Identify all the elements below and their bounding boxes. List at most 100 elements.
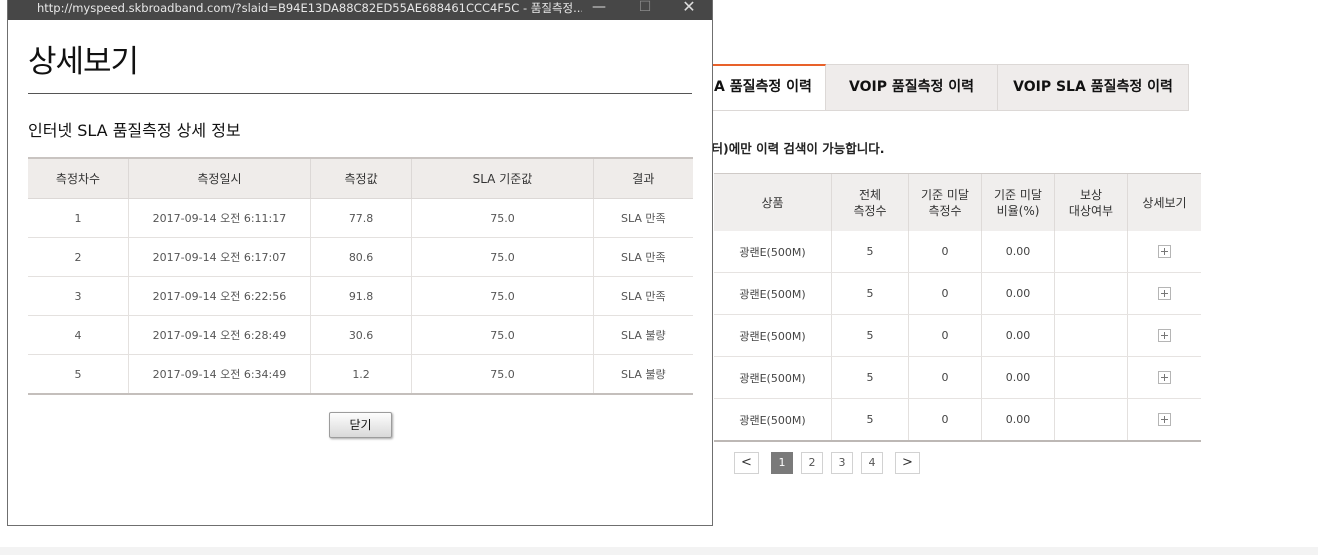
history-list-table: 상품 전체 측정수 기준 미달 측정수 기준 미달 비율(%) 보상 대상여부 상세보기…: [714, 173, 1201, 442]
table-row: 광랜E(500M) 5 0 0.00: [714, 356, 1201, 399]
cell-value: 91.8: [309, 276, 412, 316]
col-product: 상품: [714, 173, 832, 231]
cell-compensation: [1054, 314, 1128, 357]
cell-result: SLA 만족: [592, 237, 693, 277]
cell-round: 1: [28, 198, 129, 238]
cell-detail: [1127, 398, 1201, 442]
cell-round: 3: [28, 276, 129, 316]
cell-total: 5: [831, 231, 909, 273]
table-row: 3 2017-09-14 오전 6:22:56 91.8 75.0 SLA 만족: [28, 276, 693, 316]
cell-ratio: 0.00: [981, 231, 1055, 273]
cell-threshold: 75.0: [411, 315, 594, 355]
col-value: 측정값: [309, 157, 412, 199]
history-tabs: A 품질측정 이력 VOIP 품질측정 이력 VOIP SLA 품질측정 이력: [700, 64, 1189, 111]
cell-threshold: 75.0: [411, 354, 594, 395]
table-row: 광랜E(500M) 5 0 0.00: [714, 231, 1201, 273]
minimize-icon[interactable]: —: [576, 0, 622, 20]
next-page-button[interactable]: >: [895, 452, 920, 474]
col-below-ratio: 기준 미달 비율(%): [981, 173, 1055, 231]
cell-ratio: 0.00: [981, 398, 1055, 442]
table-row: 4 2017-09-14 오전 6:28:49 30.6 75.0 SLA 불량: [28, 315, 693, 355]
page-1-button[interactable]: 1: [771, 452, 793, 474]
cell-below: 0: [908, 314, 982, 357]
plus-icon[interactable]: [1158, 413, 1171, 427]
cell-threshold: 75.0: [411, 276, 594, 316]
table-row: 광랜E(500M) 5 0 0.00: [714, 398, 1201, 442]
maximize-icon[interactable]: ☐: [622, 0, 668, 20]
cell-result: SLA 만족: [592, 276, 693, 316]
cell-ratio: 0.00: [981, 356, 1055, 399]
table-row: 5 2017-09-14 오전 6:34:49 1.2 75.0 SLA 불량: [28, 354, 693, 395]
detail-table: 측정차수 측정일시 측정값 SLA 기준값 결과 1 2017-09-14 오전…: [28, 157, 693, 395]
cell-threshold: 75.0: [411, 198, 594, 238]
col-result: 결과: [592, 157, 693, 199]
cell-below: 0: [908, 272, 982, 315]
cell-compensation: [1054, 272, 1128, 315]
cell-value: 80.6: [309, 237, 412, 277]
tab-sla-history[interactable]: A 품질측정 이력: [700, 64, 826, 111]
title-divider: [28, 93, 692, 94]
close-button[interactable]: 닫기: [329, 412, 392, 438]
col-total-count: 전체 측정수: [831, 173, 909, 231]
cell-compensation: [1054, 398, 1128, 442]
cell-detail: [1127, 231, 1201, 273]
page-3-button[interactable]: 3: [831, 452, 853, 474]
cell-product: 광랜E(500M): [714, 272, 832, 315]
col-below-count: 기준 미달 측정수: [908, 173, 982, 231]
plus-icon[interactable]: [1158, 371, 1171, 385]
cell-result: SLA 불량: [592, 354, 693, 395]
table-row: 광랜E(500M) 5 0 0.00: [714, 272, 1201, 315]
cell-threshold: 75.0: [411, 237, 594, 277]
cell-product: 광랜E(500M): [714, 314, 832, 357]
cell-datetime: 2017-09-14 오전 6:34:49: [128, 354, 311, 395]
cell-below: 0: [908, 231, 982, 273]
cell-product: 광랜E(500M): [714, 398, 832, 442]
cell-value: 30.6: [309, 315, 412, 355]
cell-result: SLA 불량: [592, 315, 693, 355]
cell-below: 0: [908, 398, 982, 442]
cell-datetime: 2017-09-14 오전 6:22:56: [128, 276, 311, 316]
cell-ratio: 0.00: [981, 272, 1055, 315]
page-4-button[interactable]: 4: [861, 452, 883, 474]
col-compensation: 보상 대상여부: [1054, 173, 1128, 231]
cell-compensation: [1054, 231, 1128, 273]
cell-value: 77.8: [309, 198, 412, 238]
footer-strip: [0, 547, 1318, 555]
detail-popup-window: http://myspeed.skbroadband.com/?slaid=B9…: [7, 0, 713, 526]
cell-total: 5: [831, 398, 909, 442]
pagination: < 1 2 3 4 >: [734, 452, 928, 474]
cell-round: 5: [28, 354, 129, 395]
window-titlebar[interactable]: http://myspeed.skbroadband.com/?slaid=B9…: [8, 0, 712, 20]
cell-below: 0: [908, 356, 982, 399]
cell-detail: [1127, 314, 1201, 357]
cell-ratio: 0.00: [981, 314, 1055, 357]
plus-icon[interactable]: [1158, 287, 1171, 301]
cell-total: 5: [831, 356, 909, 399]
col-datetime: 측정일시: [128, 157, 311, 199]
tab-voip-history[interactable]: VOIP 품질측정 이력: [826, 64, 998, 111]
cell-detail: [1127, 356, 1201, 399]
tab-voip-sla-history[interactable]: VOIP SLA 품질측정 이력: [998, 64, 1189, 111]
prev-page-button[interactable]: <: [734, 452, 759, 474]
cell-compensation: [1054, 356, 1128, 399]
popup-subtitle: 인터넷 SLA 품질측정 상세 정보: [28, 121, 241, 140]
window-url: http://myspeed.skbroadband.com/?slaid=B9…: [37, 1, 582, 15]
cell-product: 광랜E(500M): [714, 231, 832, 273]
col-sla-threshold: SLA 기준값: [411, 157, 594, 199]
table-row: 1 2017-09-14 오전 6:11:17 77.8 75.0 SLA 만족: [28, 198, 693, 238]
cell-round: 2: [28, 237, 129, 277]
plus-icon[interactable]: [1158, 245, 1171, 259]
cell-datetime: 2017-09-14 오전 6:11:17: [128, 198, 311, 238]
cell-product: 광랜E(500M): [714, 356, 832, 399]
cell-result: SLA 만족: [592, 198, 693, 238]
cell-value: 1.2: [309, 354, 412, 395]
col-round: 측정차수: [28, 157, 129, 199]
popup-title: 상세보기: [28, 44, 139, 80]
cell-total: 5: [831, 272, 909, 315]
plus-icon[interactable]: [1158, 329, 1171, 343]
col-detail: 상세보기: [1127, 173, 1201, 231]
cell-datetime: 2017-09-14 오전 6:28:49: [128, 315, 311, 355]
close-window-icon[interactable]: ✕: [666, 0, 712, 20]
table-row: 광랜E(500M) 5 0 0.00: [714, 314, 1201, 357]
page-2-button[interactable]: 2: [801, 452, 823, 474]
